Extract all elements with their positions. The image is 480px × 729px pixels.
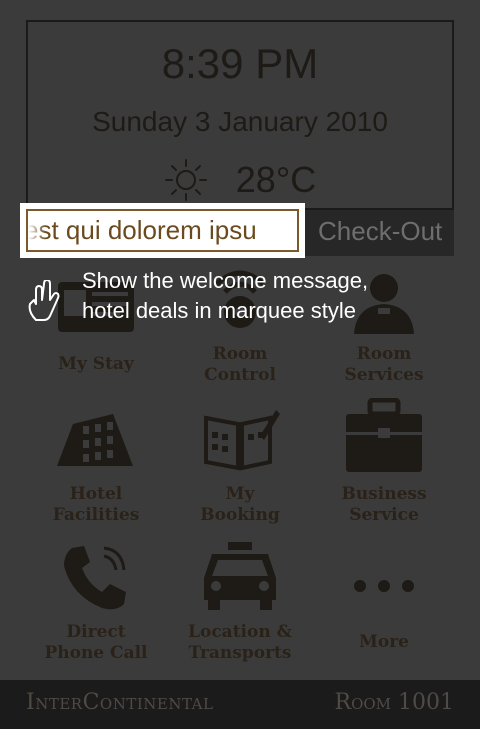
hint-tooltip: Show the welcome message, hotel deals in… [82,266,442,326]
sun-icon [164,159,207,201]
menu-item-business-service[interactable]: Business Service [304,396,464,534]
taxi-icon [204,542,276,610]
room-number: Room 1001 [334,690,455,715]
menu-label: Business Service [341,484,427,525]
marquee-text: est qui dolorem ipsu [26,215,257,245]
hint-line-1: Show the welcome message, [82,268,369,293]
temperature: 28°C [235,159,317,200]
weather-row: 28°C [28,158,452,202]
menu-label: Location & Transports [188,622,292,663]
marquee-fade-right [279,211,297,250]
hint-line-2: hotel deals in marquee style [82,298,356,323]
menu-label: More [359,632,409,652]
marquee-frame: est qui dolorem ipsu [26,209,299,252]
hotel-building-icon [57,414,133,466]
menu-item-more[interactable]: More [304,534,464,672]
booking-book-icon [204,410,280,471]
menu-label: Room Services [344,344,424,385]
menu-label: My Booking [200,484,280,525]
clock-date: Sunday 3 January 2010 [92,106,388,137]
welcome-marquee[interactable]: est qui dolorem ipsu [20,203,305,258]
menu-label: Hotel Facilities [52,484,140,525]
menu-label: Direct Phone Call [44,622,148,663]
menu-label: Room Control [204,344,276,385]
checkout-button[interactable]: Check-Out [318,216,442,247]
more-dots-icon [354,580,414,592]
tap-hand-icon [28,280,60,321]
footer-bar: InterContinental Room 1001 [0,680,480,729]
menu-item-direct-phone-call[interactable]: Direct Phone Call [16,534,176,672]
menu-label: My Stay [58,354,134,374]
app-screen: 8:39 PM Sunday 3 January 2010 28°C est q… [0,0,480,729]
clock-time: 8:39 PM [161,40,319,87]
menu-item-location-transports[interactable]: Location & Transports [160,534,320,672]
brand-logo: InterContinental [26,690,214,715]
briefcase-icon [346,398,422,472]
menu-item-hotel-facilities[interactable]: Hotel Facilities [16,396,176,534]
marquee-fade-left [28,211,46,250]
menu-item-my-booking[interactable]: My Booking [160,396,320,534]
clock-panel: 8:39 PM Sunday 3 January 2010 28°C [26,20,454,210]
phone-icon [64,546,126,610]
